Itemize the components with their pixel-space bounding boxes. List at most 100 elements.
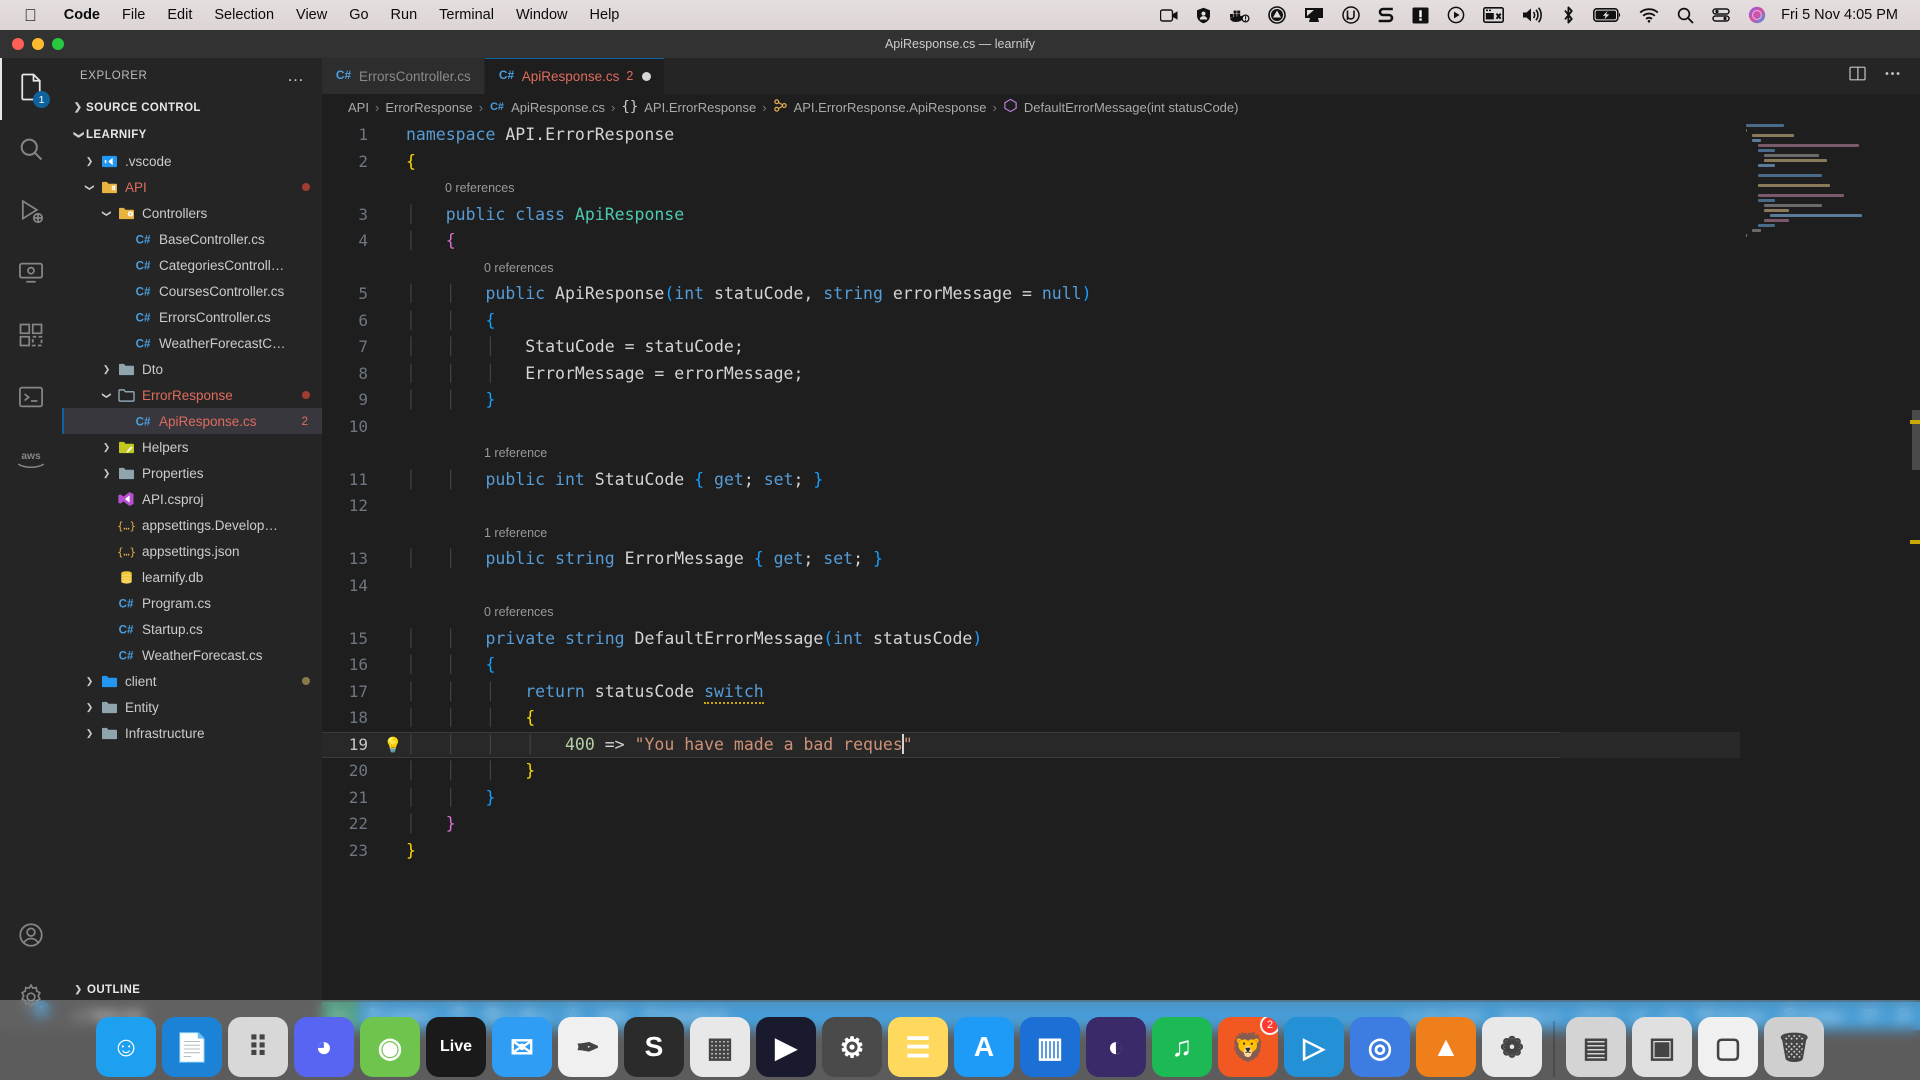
code-line[interactable]: 16 │ │ { bbox=[322, 652, 1740, 679]
code-line[interactable]: 12 bbox=[322, 493, 1740, 520]
dock-item-premiere[interactable]: ▶ bbox=[756, 1017, 816, 1077]
code-line[interactable]: 11 │ │ public int StatuCode { get; set; } bbox=[322, 467, 1740, 494]
chevron-right-icon[interactable]: ❯ bbox=[81, 156, 98, 166]
code-line[interactable]: 3 │ public class ApiResponse bbox=[322, 202, 1740, 229]
tree-item-coursescontroller-cs[interactable]: ❯C#CoursesController.cs bbox=[62, 278, 322, 304]
more-actions-icon[interactable] bbox=[1883, 64, 1902, 88]
tree-item-weatherforecast-cs[interactable]: ❯C#WeatherForecast.cs bbox=[62, 642, 322, 668]
utorrent-icon[interactable] bbox=[1333, 0, 1369, 30]
more-actions-icon[interactable]: … bbox=[287, 67, 314, 83]
tree-item-infrastructure[interactable]: ❯ Infrastructure bbox=[62, 720, 322, 746]
search-icon[interactable] bbox=[1668, 0, 1703, 30]
breadcrumb[interactable]: API › ErrorResponse › C# ApiResponse.cs … bbox=[322, 94, 1920, 120]
dock-item-sublime[interactable]: S bbox=[624, 1017, 684, 1077]
dock-item-live[interactable]: Live bbox=[426, 1017, 486, 1077]
wifi-icon[interactable] bbox=[1630, 0, 1668, 30]
dock-item-chrome[interactable]: ◎ bbox=[1350, 1017, 1410, 1077]
codelens-reference[interactable]: 0 references bbox=[406, 255, 1740, 282]
close-window-button[interactable] bbox=[12, 38, 24, 50]
code-line[interactable]: 6 │ │ { bbox=[322, 308, 1740, 335]
display-icon[interactable] bbox=[1295, 0, 1333, 30]
menu-item-window[interactable]: Window bbox=[505, 7, 579, 23]
chevron-right-icon[interactable]: ❯ bbox=[98, 468, 115, 478]
chevron-down-icon[interactable]: ❯ bbox=[85, 179, 95, 196]
tree-item--vscode[interactable]: ❯ .vscode bbox=[62, 148, 322, 174]
code-line[interactable]: 14 bbox=[322, 573, 1740, 600]
sidebar-item-search[interactable] bbox=[0, 120, 62, 182]
code-line[interactable]: 5 │ │ public ApiResponse(int statuCode, s… bbox=[322, 281, 1740, 308]
play-circle-icon[interactable] bbox=[1438, 0, 1474, 30]
s-logo-icon[interactable] bbox=[1369, 0, 1403, 30]
chevron-right-icon[interactable]: ❯ bbox=[81, 676, 98, 686]
sidebar-section-source-control[interactable]: ❯ SOURCE CONTROL bbox=[62, 94, 322, 121]
sidebar-item-explorer[interactable]: 1 bbox=[0, 58, 62, 120]
sidebar-item-terminal-panel[interactable] bbox=[0, 368, 62, 430]
code-line[interactable]: 7 │ │ │ StatuCode = statuCode; bbox=[322, 334, 1740, 361]
tree-item-properties[interactable]: ❯ Properties bbox=[62, 460, 322, 486]
tree-item-learnify-db[interactable]: ❯learnify.db bbox=[62, 564, 322, 590]
tree-item-controllers[interactable]: ❯ Controllers bbox=[62, 200, 322, 226]
codelens-reference[interactable]: 0 references bbox=[406, 599, 1740, 626]
dock-item-photoshop[interactable]: ▦ bbox=[690, 1017, 750, 1077]
shield-person-icon[interactable] bbox=[1187, 0, 1220, 30]
code-line[interactable]: 9 │ │ } bbox=[322, 387, 1740, 414]
sidebar-item-run-debug[interactable] bbox=[0, 182, 62, 244]
code-line[interactable]: 10 bbox=[322, 414, 1740, 441]
tree-item-entity[interactable]: ❯ Entity bbox=[62, 694, 322, 720]
dock-item-mail[interactable]: ✉ bbox=[492, 1017, 552, 1077]
siri-icon[interactable] bbox=[1739, 0, 1775, 30]
dock-item-documents-stack[interactable]: ▢ bbox=[1698, 1017, 1758, 1077]
sidebar-section-learnify[interactable]: ❯ LEARNIFY bbox=[62, 121, 322, 148]
dock-item-sketch[interactable]: ✒ bbox=[558, 1017, 618, 1077]
codelens-reference[interactable]: 0 references bbox=[406, 175, 1740, 202]
dock-item-vscode[interactable]: ▷ bbox=[1284, 1017, 1344, 1077]
menu-bar-clock[interactable]: Fri 5 Nov 4:05 PM bbox=[1775, 7, 1910, 23]
sidebar-item-accounts[interactable] bbox=[0, 906, 62, 968]
breadcrumb-item-class[interactable]: API.ErrorResponse.ApiResponse bbox=[773, 98, 987, 116]
dock-item-finder[interactable]: ☺ bbox=[96, 1017, 156, 1077]
code-line[interactable]: 18 │ │ │ { bbox=[322, 705, 1740, 732]
code-line[interactable]: 21 │ │ } bbox=[322, 785, 1740, 812]
chevron-right-icon[interactable]: ❯ bbox=[98, 442, 115, 452]
tree-item-categoriescontroll[interactable]: ❯C#CategoriesControll… bbox=[62, 252, 322, 278]
minimize-window-button[interactable] bbox=[32, 38, 44, 50]
window-close-icon[interactable] bbox=[1474, 0, 1513, 30]
tree-item-appsettings-json[interactable]: ❯{…}appsettings.json bbox=[62, 538, 322, 564]
dock-item-appstore[interactable]: A bbox=[954, 1017, 1014, 1077]
dock-item-vlc[interactable]: ▲ bbox=[1416, 1017, 1476, 1077]
tree-item-api[interactable]: ❯ API bbox=[62, 174, 322, 200]
dock-item-preview[interactable]: 📄 bbox=[162, 1017, 222, 1077]
code-line[interactable]: 15 │ │ private string DefaultErrorMessage… bbox=[322, 626, 1740, 653]
maximize-window-button[interactable] bbox=[52, 38, 64, 50]
docker-icon[interactable] bbox=[1220, 0, 1259, 30]
dock-item-downloads-stack[interactable]: ▣ bbox=[1632, 1017, 1692, 1077]
menu-item-view[interactable]: View bbox=[285, 7, 338, 23]
split-editor-icon[interactable] bbox=[1848, 64, 1867, 88]
alert-box-icon[interactable] bbox=[1403, 0, 1438, 30]
code-line[interactable]: 13 │ │ public string ErrorMessage { get; … bbox=[322, 546, 1740, 573]
backup-triangle-icon[interactable] bbox=[1259, 0, 1295, 30]
tree-item-dto[interactable]: ❯ Dto bbox=[62, 356, 322, 382]
tree-item-client[interactable]: ❯ client bbox=[62, 668, 322, 694]
menu-item-go[interactable]: Go bbox=[338, 7, 379, 23]
sidebar-item-aws-toolkit[interactable]: aws bbox=[0, 430, 62, 492]
tree-item-startup-cs[interactable]: ❯C#Startup.cs bbox=[62, 616, 322, 642]
bluetooth-icon[interactable] bbox=[1553, 0, 1584, 30]
code-line[interactable]: 4 │ { bbox=[322, 228, 1740, 255]
dock-item-settings-app[interactable]: ⚙ bbox=[822, 1017, 882, 1077]
dock-item-spotify[interactable]: ♫ bbox=[1152, 1017, 1212, 1077]
breadcrumb-item-api[interactable]: API bbox=[348, 100, 369, 115]
dock-item-chrome-alt[interactable]: ◉ bbox=[360, 1017, 420, 1077]
code-line[interactable]: 1 namespace API.ErrorResponse bbox=[322, 122, 1740, 149]
tree-item-program-cs[interactable]: ❯C#Program.cs bbox=[62, 590, 322, 616]
codelens-reference[interactable]: 1 reference bbox=[406, 440, 1740, 467]
breadcrumb-item-errorresponse[interactable]: ErrorResponse bbox=[385, 100, 472, 115]
breadcrumb-item-namespace[interactable]: {} API.ErrorResponse bbox=[621, 99, 756, 115]
code-line[interactable]: 19 💡 │ │ │ │ 400 => "You have made a bad r… bbox=[322, 731, 1740, 758]
tree-item-errorscontroller-cs[interactable]: ❯C#ErrorsController.cs bbox=[62, 304, 322, 330]
code-line[interactable]: 2{ bbox=[322, 149, 1740, 176]
dock-item-brave[interactable]: 🦁 2 bbox=[1218, 1017, 1278, 1077]
file-tree[interactable]: ❯ .vscode ❯ API ❯ Controllers ❯ C# BaseControlle… bbox=[62, 148, 322, 976]
menu-item-file[interactable]: File bbox=[111, 7, 156, 23]
apple-logo-icon[interactable]:  bbox=[10, 7, 53, 24]
